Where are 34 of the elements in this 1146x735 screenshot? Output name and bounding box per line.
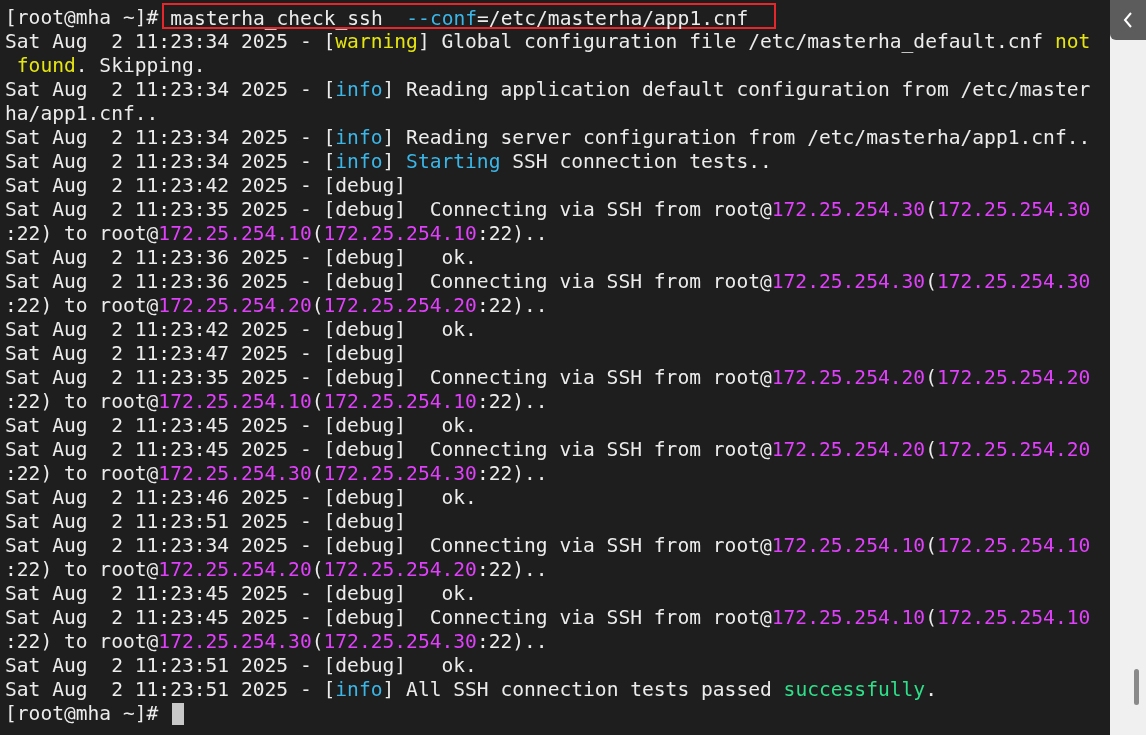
- terminal-line: Sat Aug 2 11:23:45 2025 - [debug] Connecting via SSH from root@172.25.254.10(172.25.254.10: [5, 606, 1091, 629]
- terminal-line: Sat Aug 2 11:23:34 2025 - [info] Reading application default configuration from /etc/master: [5, 78, 1091, 101]
- terminal-line: Sat Aug 2 11:23:34 2025 - [warning] Global configuration file /etc/masterha_default.cnf not: [5, 30, 1091, 53]
- terminal-line: Sat Aug 2 11:23:51 2025 - [info] All SSH connection tests passed successfully.: [5, 678, 937, 701]
- terminal-line: Sat Aug 2 11:23:42 2025 - [debug]: [5, 174, 407, 197]
- chevron-left-icon: [1123, 12, 1133, 28]
- terminal-line: :22) to root@172.25.254.30(172.25.254.30:22)..: [5, 630, 548, 653]
- terminal-line: found. Skipping.: [15, 54, 206, 77]
- terminal-line: Sat Aug 2 11:23:45 2025 - [debug] ok.: [5, 582, 477, 605]
- terminal-line: ha/app1.cnf..: [5, 102, 159, 125]
- terminal-line: Sat Aug 2 11:23:35 2025 - [debug] Connecting via SSH from root@172.25.254.20(172.25.254.20: [5, 366, 1091, 389]
- terminal-line: :22) to root@172.25.254.20(172.25.254.20:22)..: [5, 558, 548, 581]
- terminal-line: Sat Aug 2 11:23:42 2025 - [debug] ok.: [5, 318, 477, 341]
- terminal-line: Sat Aug 2 11:23:47 2025 - [debug]: [5, 342, 407, 365]
- terminal-line: Sat Aug 2 11:23:45 2025 - [debug] ok.: [5, 414, 477, 437]
- terminal-line: Sat Aug 2 11:23:34 2025 - [info] Reading server configuration from /etc/masterha/app1.cnf..: [5, 126, 1091, 149]
- terminal-line: :22) to root@172.25.254.10(172.25.254.10:22)..: [5, 222, 548, 245]
- terminal-line: Sat Aug 2 11:23:35 2025 - [debug] Connecting via SSH from root@172.25.254.30(172.25.254.30: [5, 198, 1091, 221]
- terminal-line: Sat Aug 2 11:23:45 2025 - [debug] Connecting via SSH from root@172.25.254.20(172.25.254.20: [5, 438, 1091, 461]
- terminal-line: Sat Aug 2 11:23:46 2025 - [debug] ok.: [5, 486, 477, 509]
- terminal-line: Sat Aug 2 11:23:36 2025 - [debug] ok.: [5, 246, 477, 269]
- shell-prompt: [root@mha ~]#: [5, 702, 159, 725]
- highlighted-command: masterha_check_ssh --conf=/etc/masterha/app1.cnf: [162, 3, 777, 29]
- collapse-button[interactable]: [1110, 0, 1146, 40]
- terminal-line: Sat Aug 2 11:23:34 2025 - [info] Starting SSH connection tests..: [5, 150, 772, 173]
- scrollbar-thumb[interactable]: [1134, 669, 1139, 705]
- terminal-line: :22) to root@172.25.254.20(172.25.254.20:22)..: [5, 294, 548, 317]
- terminal-line: :22) to root@172.25.254.10(172.25.254.10:22)..: [5, 390, 548, 413]
- terminal-line: :22) to root@172.25.254.30(172.25.254.30:22)..: [5, 462, 548, 485]
- terminal-line: Sat Aug 2 11:23:36 2025 - [debug] Connecting via SSH from root@172.25.254.30(172.25.254.30: [5, 270, 1091, 293]
- terminal-line: Sat Aug 2 11:23:51 2025 - [debug] ok.: [5, 654, 477, 677]
- shell-prompt: [root@mha ~]#: [5, 6, 159, 29]
- terminal-line: Sat Aug 2 11:23:51 2025 - [debug]: [5, 510, 407, 533]
- terminal-line: Sat Aug 2 11:23:34 2025 - [debug] Connecting via SSH from root@172.25.254.10(172.25.254.10: [5, 534, 1091, 557]
